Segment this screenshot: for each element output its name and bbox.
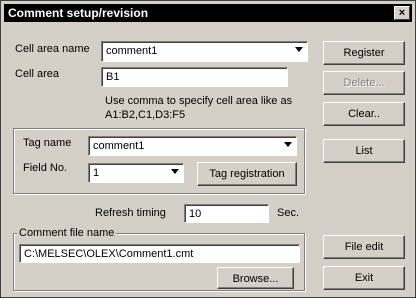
comment-file-group-label: Comment file name [17,227,117,239]
cell-area-value: B1 [106,71,120,83]
refresh-timing-unit: Sec. [277,207,300,219]
dropdown-arrow-icon[interactable] [295,47,303,52]
title-bar: Comment setup/revision × [4,4,412,22]
comment-setup-dialog: Comment setup/revision × Cell area name … [0,0,416,298]
dropdown-arrow-icon[interactable] [171,169,179,174]
refresh-timing-value: 10 [189,208,202,220]
field-no-value: 1 [93,167,100,179]
delete-button[interactable]: Delete... [323,71,405,95]
cell-area-name-combo[interactable]: comment1 [101,41,308,62]
cell-area-label: Cell area [15,68,60,80]
browse-button[interactable]: Browse... [217,267,294,289]
cell-area-hint-line2: A1:B2,C1,D3:F5 [105,109,186,121]
register-button[interactable]: Register [323,41,405,65]
field-no-label: Field No. [23,162,68,174]
comment-file-path-value: C:\MELSEC\OLEX\Comment1.cmt [24,248,194,260]
close-button[interactable]: × [394,6,410,20]
field-no-combo[interactable]: 1 [88,163,184,183]
tag-name-label: Tag name [23,137,72,149]
window-title: Comment setup/revision [8,6,149,20]
cell-area-input[interactable]: B1 [101,67,288,87]
file-edit-button[interactable]: File edit [323,235,405,259]
list-button[interactable]: List [323,139,405,163]
dropdown-arrow-icon[interactable] [284,142,292,147]
tag-name-value: comment1 [93,140,145,152]
cell-area-name-label: Cell area name [15,43,90,55]
comment-file-path-input[interactable]: C:\MELSEC\OLEX\Comment1.cmt [19,244,300,263]
cell-area-name-value: comment1 [106,45,158,57]
refresh-timing-label: Refresh timing [95,207,166,219]
tag-name-combo[interactable]: comment1 [88,136,297,156]
exit-button[interactable]: Exit [323,266,405,290]
clear-button[interactable]: Clear.. [323,102,405,126]
cell-area-hint-line1: Use comma to specify cell area like as [105,95,293,107]
refresh-timing-input[interactable]: 10 [184,204,269,223]
tag-registration-button[interactable]: Tag registration [197,162,297,186]
